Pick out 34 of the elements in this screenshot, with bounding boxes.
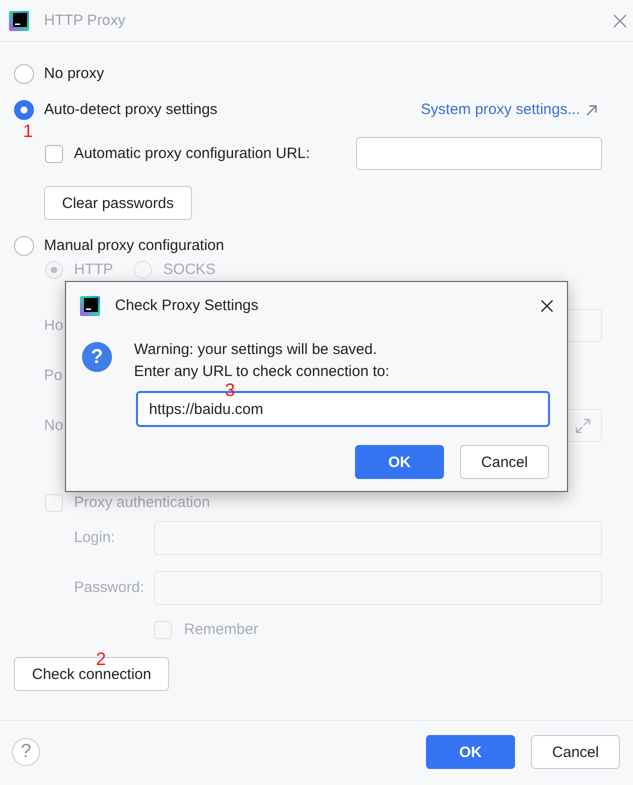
radio-label: Auto-detect proxy settings [44,101,218,119]
checkbox-label: Automatic proxy configuration URL: [74,144,310,162]
callout-number: 1 [23,122,34,140]
radio-label: SOCKS [163,261,216,279]
cancel-button[interactable]: Cancel [460,445,549,479]
field-label: Login: [74,529,116,547]
dialog-title: Check Proxy Settings [115,297,258,315]
radio-button[interactable] [14,100,34,120]
radio-label: HTTP [74,261,114,279]
checkbox-label: Proxy authentication [74,494,210,512]
field-label: Ho [44,316,64,334]
question-icon: ? [82,342,112,372]
ok-button[interactable]: OK [355,445,444,479]
window-title: HTTP Proxy [44,12,126,30]
field-label: No [44,416,64,434]
app-logo-icon [80,296,100,316]
radio-label: Manual proxy configuration [44,237,224,255]
ok-button[interactable]: OK [426,735,515,769]
cancel-button[interactable]: Cancel [531,735,620,769]
field-label: Po [44,366,62,384]
radio-button[interactable] [14,64,34,84]
radio-button[interactable] [14,236,34,256]
arrow-up-right-icon [586,104,597,116]
field-label: Password: [74,579,146,597]
app-logo-icon [9,10,29,30]
radio-label: No proxy [44,65,104,83]
clear-passwords-button[interactable]: Clear passwords [44,186,192,220]
message-text: Enter any URL to check connection to: [134,362,390,382]
checkbox[interactable] [45,144,63,162]
input-field[interactable] [356,137,602,170]
checkbox-label: Remember [184,620,258,638]
message-text: Warning: your settings will be saved. [134,340,378,360]
close-icon[interactable] [541,300,553,312]
system-proxy-link[interactable]: System proxy settings... [420,101,597,119]
